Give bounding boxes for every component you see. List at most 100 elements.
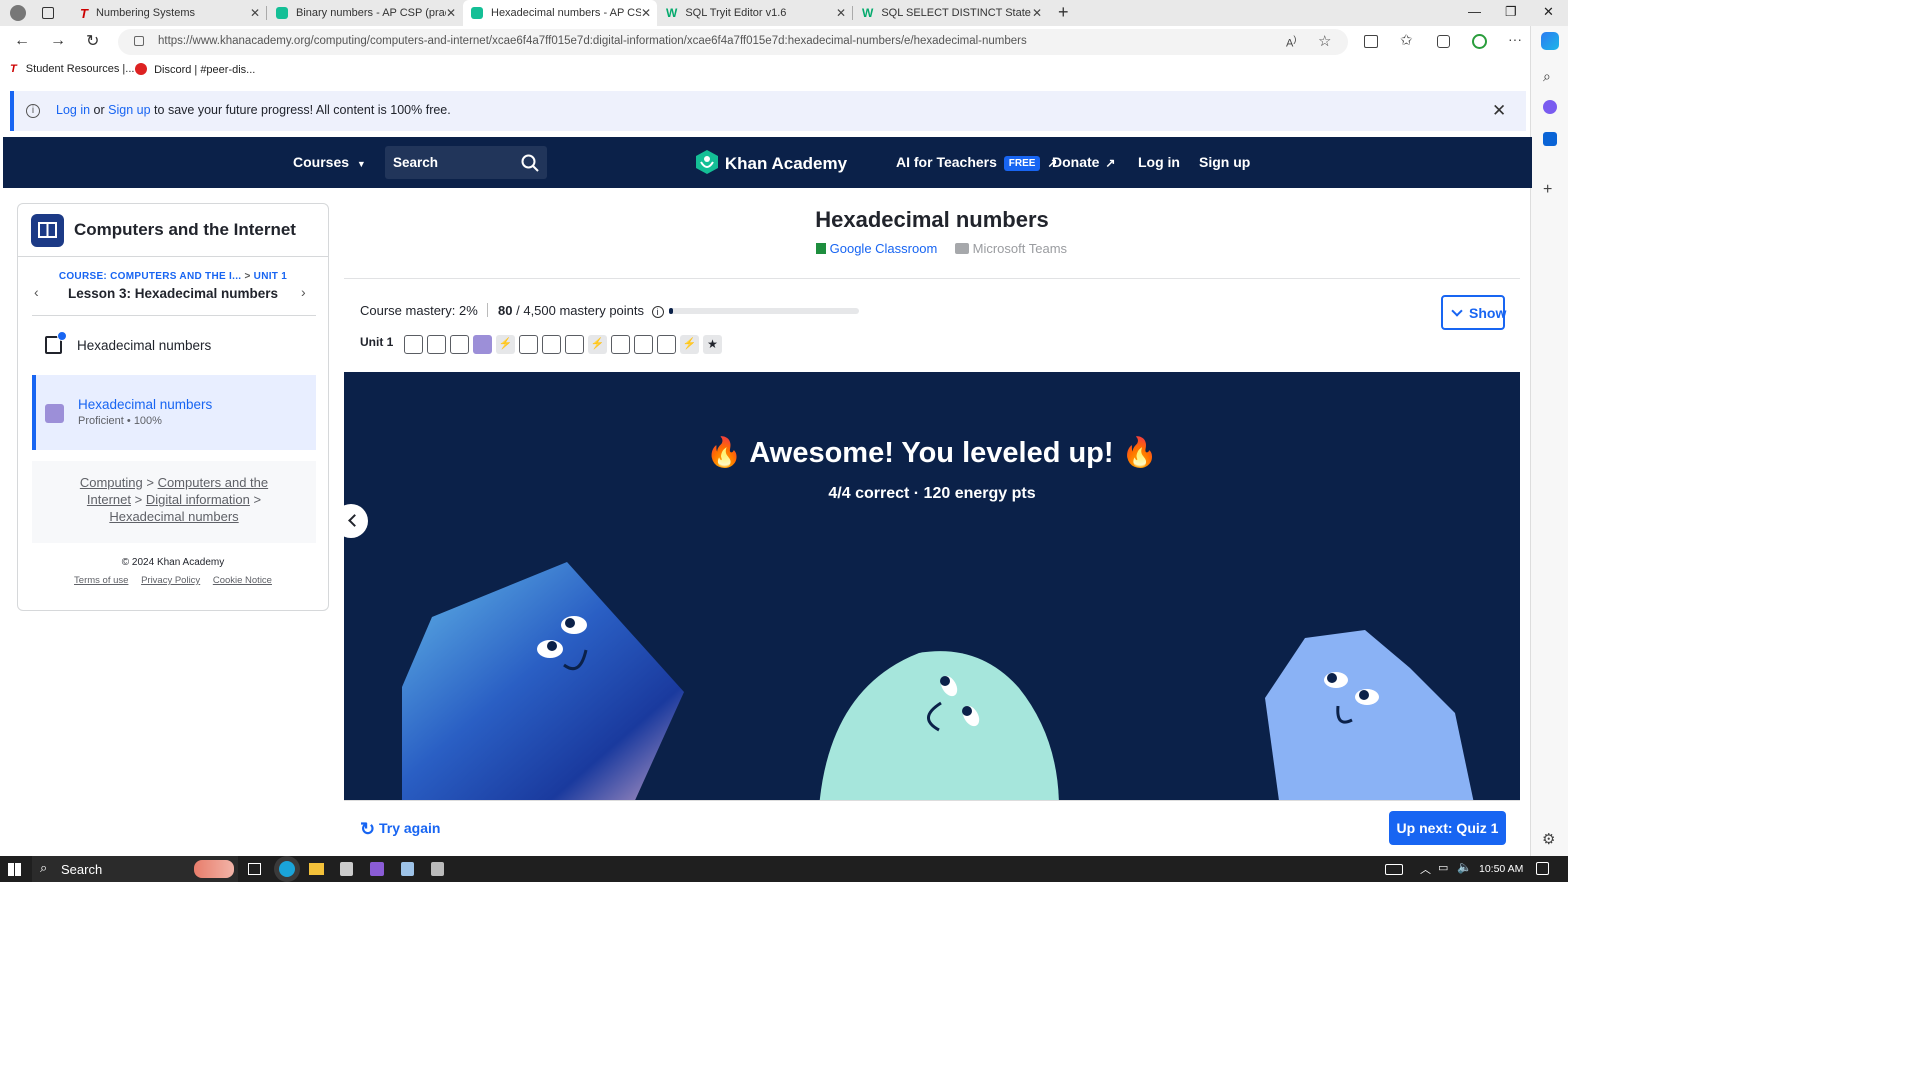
tab-title: SQL SELECT DISTINCT Statement <box>881 7 1031 19</box>
tab-actions-icon[interactable] <box>42 7 54 19</box>
close-tab-icon[interactable]: ✕ <box>250 6 260 20</box>
terms-link[interactable]: Terms of use <box>74 575 128 586</box>
bookmark-discord[interactable]: Discord | #peer-dis... <box>135 63 255 76</box>
tab-sql-tryit[interactable]: W SQL Tryit Editor v1.6 ✕ <box>658 0 852 26</box>
up-next-quiz-button[interactable]: Up next: Quiz 1 <box>1389 811 1506 845</box>
clock[interactable]: 10:50 AM <box>1479 863 1523 875</box>
tab-numbering-systems[interactable]: T Numbering Systems ✕ <box>72 0 266 26</box>
add-sidebar-icon[interactable]: + <box>1543 181 1552 199</box>
nav-signup-link[interactable]: Sign up <box>1199 154 1250 170</box>
banner-login-link[interactable]: Log in <box>56 103 90 117</box>
collections-icon[interactable] <box>1437 35 1450 48</box>
bookmark-favicon-icon <box>135 63 147 75</box>
path-hex-link[interactable]: Hexadecimal numbers <box>109 509 238 524</box>
share-microsoft-teams[interactable]: Microsoft Teams <box>955 241 1067 256</box>
breadcrumb-course-link[interactable]: COURSE: COMPUTERS AND THE I... <box>59 271 242 282</box>
tab-hexadecimal-numbers[interactable]: Hexadecimal numbers - AP CSP ( ✕ <box>463 0 657 26</box>
refresh-icon[interactable]: ↻ <box>86 31 99 51</box>
cookie-link[interactable]: Cookie Notice <box>213 575 272 586</box>
visual-studio-icon[interactable] <box>370 862 384 876</box>
outlook-icon[interactable] <box>1543 132 1557 146</box>
path-digital-link[interactable]: Digital information <box>146 492 250 507</box>
minimize-icon[interactable]: — <box>1468 4 1481 19</box>
store-icon[interactable] <box>340 862 353 876</box>
sidebar-item-hexadecimal-exercise[interactable]: Hexadecimal numbers Proficient • 100% <box>32 375 316 450</box>
close-window-icon[interactable]: ✕ <box>1543 4 1554 20</box>
system-tray-chevron-icon[interactable]: ︿ <box>1420 861 1431 877</box>
donate-link[interactable]: Donate ↗ <box>1052 154 1115 170</box>
mastery-box[interactable] <box>611 335 630 354</box>
sidebar-item-hexadecimal-video[interactable]: Hexadecimal numbers <box>32 324 316 368</box>
notifications-icon[interactable] <box>1536 862 1549 875</box>
task-view-icon[interactable] <box>248 863 261 875</box>
close-banner-icon[interactable]: ✕ <box>1492 101 1506 121</box>
edge-app-icon[interactable] <box>279 861 295 877</box>
mastery-box[interactable] <box>565 335 584 354</box>
back-icon[interactable]: ← <box>14 32 30 50</box>
close-tab-icon[interactable]: ✕ <box>641 6 651 20</box>
share-google-classroom[interactable]: Google Classroom <box>816 241 937 256</box>
tab-binary-numbers[interactable]: Binary numbers - AP CSP (practic ✕ <box>268 0 462 26</box>
mastery-box[interactable] <box>427 335 446 354</box>
privacy-link[interactable]: Privacy Policy <box>141 575 200 586</box>
file-explorer-icon[interactable] <box>309 863 324 875</box>
breadcrumb-unit-link[interactable]: UNIT 1 <box>254 271 287 282</box>
forward-icon[interactable]: → <box>50 32 66 50</box>
mastery-box[interactable] <box>634 335 653 354</box>
nav-login-link[interactable]: Log in <box>1138 154 1180 170</box>
quiz-bolt-icon[interactable]: ⚡ <box>588 335 607 354</box>
tab-sql-select-distinct[interactable]: W SQL SELECT DISTINCT Statement ✕ <box>854 0 1048 26</box>
unit-test-star-icon[interactable]: ★ <box>703 335 722 354</box>
split-screen-icon[interactable] <box>1364 35 1378 48</box>
calculator-icon[interactable] <box>431 862 444 876</box>
mastery-box[interactable] <box>473 335 492 354</box>
close-tab-icon[interactable]: ✕ <box>446 6 456 20</box>
new-tab-icon[interactable]: + <box>1058 2 1069 23</box>
sidebar-item-label: Hexadecimal numbers <box>77 338 212 353</box>
close-tab-icon[interactable]: ✕ <box>836 6 846 20</box>
course-title[interactable]: Computers and the Internet <box>74 220 296 240</box>
favorite-star-icon[interactable]: ☆ <box>1318 32 1331 50</box>
quiz-bolt-icon[interactable]: ⚡ <box>496 335 515 354</box>
search-icon[interactable]: ⌕ <box>1543 68 1551 85</box>
mastery-box[interactable] <box>519 335 538 354</box>
bookmark-student-resources[interactable]: T Student Resources |... <box>10 63 134 75</box>
ai-for-teachers-link[interactable]: AI for Teachers FREE ↗ <box>896 154 1057 171</box>
extension-icon[interactable] <box>1543 100 1557 114</box>
mastery-box[interactable] <box>404 335 423 354</box>
mastery-box[interactable] <box>657 335 676 354</box>
copilot-icon[interactable] <box>1541 32 1559 50</box>
collapse-sidebar-button[interactable] <box>344 504 368 538</box>
topic-path: Computing > Computers and the Internet >… <box>32 461 316 543</box>
unit-mastery-boxes: ⚡ ⚡ ⚡ ★ <box>404 335 726 354</box>
close-tab-icon[interactable]: ✕ <box>1032 6 1042 20</box>
try-again-button[interactable]: ↻ Try again <box>360 819 440 840</box>
banner-signup-link[interactable]: Sign up <box>108 103 150 117</box>
tab-favicon-icon <box>276 7 288 19</box>
profile-icon[interactable] <box>10 5 26 21</box>
notepad-icon[interactable] <box>401 862 414 876</box>
favorites-icon[interactable]: ✩ <box>1400 31 1413 49</box>
mastery-box[interactable] <box>542 335 561 354</box>
read-aloud-icon[interactable]: A) <box>1286 34 1296 50</box>
more-menu-icon[interactable]: ··· <box>1508 31 1522 47</box>
info-icon[interactable]: i <box>651 306 664 318</box>
restore-icon[interactable]: ❐ <box>1505 4 1517 20</box>
windows-start-icon[interactable] <box>8 863 21 876</box>
keyboard-icon[interactable] <box>1385 864 1403 875</box>
show-button[interactable]: Show <box>1441 295 1506 330</box>
courses-dropdown[interactable]: Courses ▼ <box>293 154 366 170</box>
search-input[interactable]: Search <box>385 146 547 179</box>
mastery-box[interactable] <box>450 335 469 354</box>
volume-icon[interactable]: 🔈 <box>1457 860 1472 874</box>
settings-gear-icon[interactable]: ⚙ <box>1542 830 1555 848</box>
quiz-bolt-icon[interactable]: ⚡ <box>680 335 699 354</box>
taskbar-search[interactable]: ⌕ Search <box>32 856 238 882</box>
khan-academy-logo[interactable]: Khan Academy <box>696 150 847 174</box>
path-computing-link[interactable]: Computing <box>80 475 143 490</box>
network-icon[interactable]: ▭ <box>1438 861 1448 874</box>
next-lesson-icon[interactable]: › <box>301 284 306 300</box>
info-icon: i <box>26 104 40 118</box>
browser-essentials-icon[interactable] <box>1472 34 1487 49</box>
url-field[interactable]: https://www.khanacademy.org/computing/co… <box>118 29 1348 55</box>
